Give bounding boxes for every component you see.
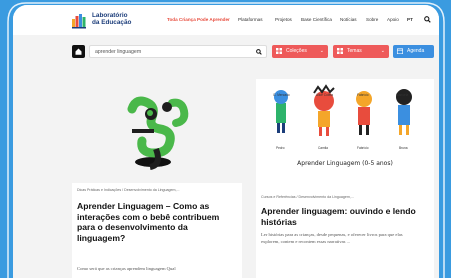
window-outline bbox=[7, 2, 445, 278]
device-frame: Laboratório da Educação Toda Criança Pod… bbox=[4, 0, 447, 278]
